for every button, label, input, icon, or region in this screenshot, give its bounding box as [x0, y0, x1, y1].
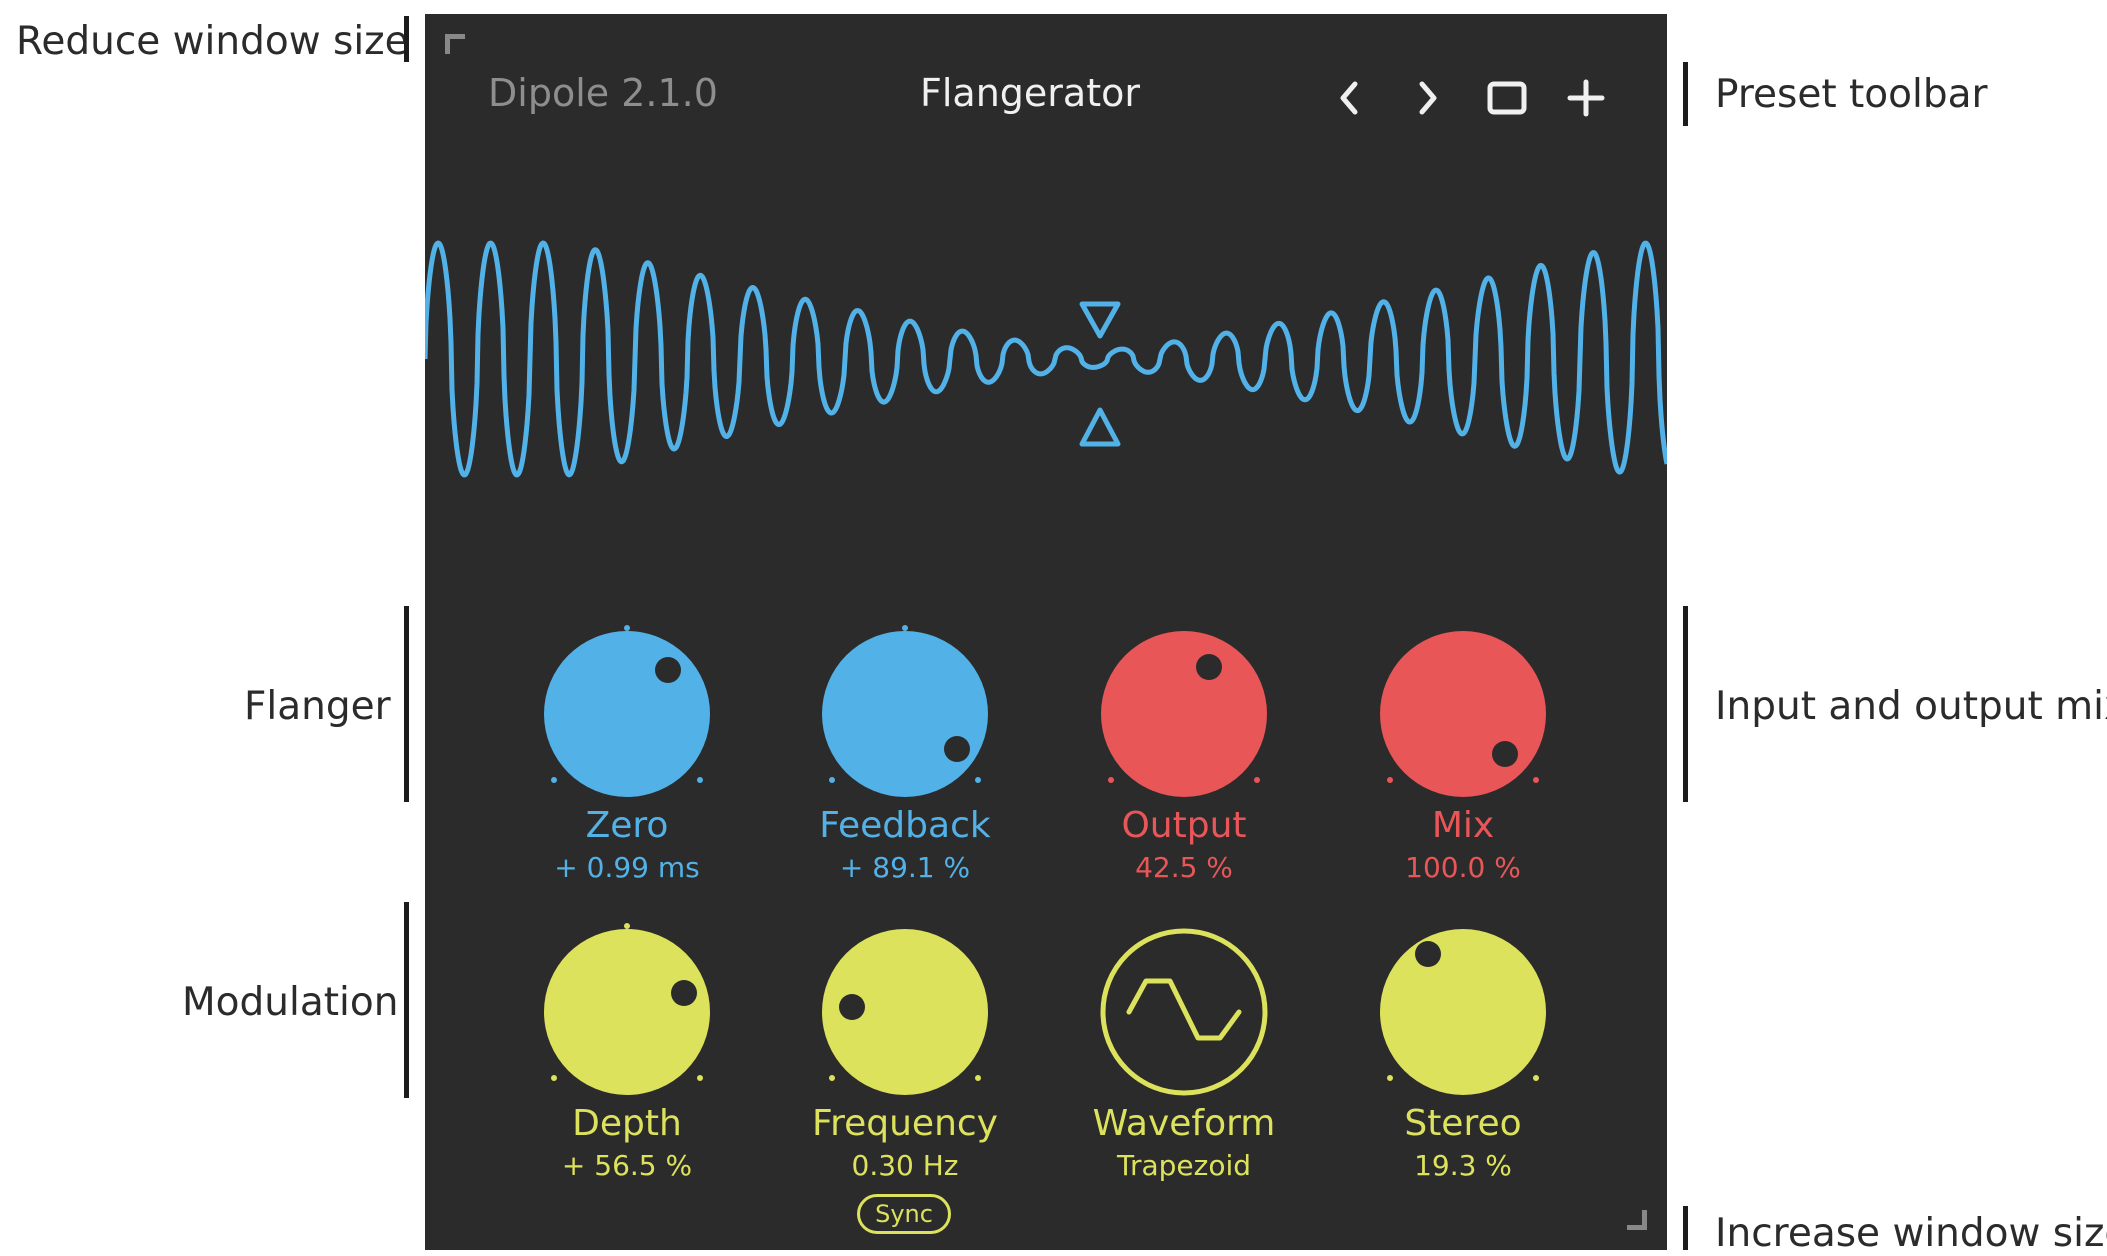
output-label: Output	[1121, 805, 1247, 846]
frequency-knob[interactable]	[795, 918, 1015, 1118]
version-label: Dipole 2.1.0	[488, 71, 718, 115]
reduce-window-size-handle[interactable]	[445, 34, 465, 54]
mix-knob-cell: Mix 100.0 %	[1353, 620, 1573, 882]
annotation-preset-toolbar: Preset toolbar	[1715, 72, 1988, 117]
increase-window-size-handle[interactable]	[1627, 1210, 1647, 1230]
previous-preset-button[interactable]	[1323, 72, 1375, 124]
zero-knob-cell: Zero + 0.99 ms	[517, 620, 737, 882]
annotation-bar-flanger	[404, 606, 409, 802]
annotation-reduce-window-size: Reduce window size	[16, 19, 409, 64]
zero-label: Zero	[585, 805, 669, 846]
output-value: 42.5 %	[1135, 851, 1233, 884]
mix-knob[interactable]	[1353, 620, 1573, 820]
frequency-label: Frequency	[812, 1103, 998, 1144]
annotation-input-output-mix: Input and output mix	[1715, 684, 2107, 729]
plugin-window: Dipole 2.1.0 Flangerator Zero + 0.99 ms …	[425, 14, 1667, 1250]
frequency-value: 0.30 Hz	[851, 1149, 959, 1182]
output-knob[interactable]	[1074, 620, 1294, 820]
feedback-label: Feedback	[819, 805, 991, 846]
preset-name[interactable]: Flangerator	[865, 74, 1195, 112]
annotation-bar-reduce	[404, 16, 409, 62]
annotation-bar-increase	[1683, 1206, 1688, 1250]
stereo-label: Stereo	[1404, 1103, 1522, 1144]
depth-label: Depth	[572, 1103, 682, 1144]
add-preset-button[interactable]	[1560, 72, 1612, 124]
annotation-bar-mix	[1683, 606, 1688, 802]
feedback-knob[interactable]	[795, 620, 1015, 820]
waveform-display[interactable]	[425, 214, 1667, 504]
next-preset-button[interactable]	[1402, 72, 1454, 124]
zero-value: + 0.99 ms	[554, 851, 700, 884]
zero-knob[interactable]	[517, 620, 737, 820]
annotation-increase-window-size: Increase window size	[1715, 1211, 2107, 1256]
flanger-waveform-line	[425, 240, 1667, 478]
zero-point-marker-bottom[interactable]	[1079, 407, 1121, 447]
chevron-left-icon	[1340, 81, 1358, 115]
annotation-modulation: Modulation	[182, 980, 399, 1025]
annotation-bar-modulation	[404, 902, 409, 1098]
waveform-label: Waveform	[1092, 1103, 1276, 1144]
feedback-knob-cell: Feedback + 89.1 %	[795, 620, 1015, 882]
stereo-knob-cell: Stereo 19.3 %	[1353, 918, 1573, 1180]
preset-browser-button[interactable]	[1481, 72, 1533, 124]
annotation-flanger: Flanger	[244, 684, 391, 729]
output-knob-cell: Output 42.5 %	[1074, 620, 1294, 882]
trapezoid-wave-icon	[1126, 978, 1242, 1041]
chevron-right-icon	[1419, 81, 1437, 115]
frequency-knob-cell: Frequency 0.30 Hz	[795, 918, 1015, 1180]
stereo-knob[interactable]	[1353, 918, 1573, 1118]
sync-button[interactable]: Sync	[857, 1194, 951, 1234]
annotation-bar-preset	[1683, 62, 1688, 126]
stereo-value: 19.3 %	[1414, 1149, 1512, 1182]
depth-value: + 56.5 %	[561, 1149, 693, 1182]
feedback-value: + 89.1 %	[839, 851, 971, 884]
mix-label: Mix	[1431, 805, 1495, 846]
waveform-selector-cell: Waveform Trapezoid	[1074, 918, 1294, 1180]
zero-point-marker-top[interactable]	[1079, 301, 1121, 339]
plus-icon	[1567, 79, 1605, 117]
waveform-selector[interactable]	[1074, 918, 1294, 1118]
waveform-value: Trapezoid	[1116, 1149, 1252, 1182]
window-icon	[1487, 81, 1527, 115]
depth-knob[interactable]	[517, 918, 737, 1118]
depth-knob-cell: Depth + 56.5 %	[517, 918, 737, 1180]
mix-value: 100.0 %	[1405, 851, 1521, 884]
